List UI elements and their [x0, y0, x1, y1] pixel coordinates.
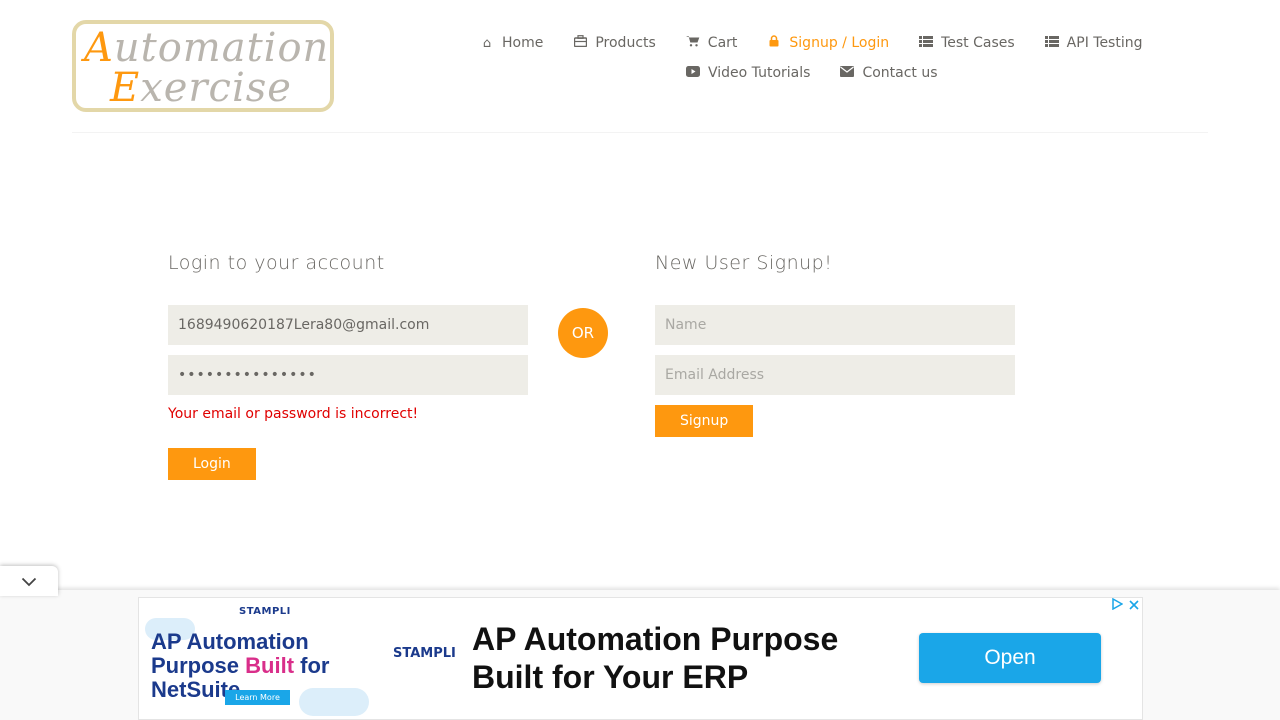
nav-signup-login[interactable]: Signup / Login — [767, 35, 889, 51]
envelope-icon — [840, 65, 855, 81]
logo-line-1: Automation — [84, 26, 329, 70]
ad-brand-logo: STAMPLI — [393, 646, 456, 661]
ad-left-title-highlight: Built — [245, 653, 295, 678]
home-icon: ⌂ — [482, 35, 492, 51]
login-password-input[interactable] — [168, 355, 528, 395]
ad-headline: AP Automation Purpose Built for Your ERP — [472, 621, 839, 695]
ad-collapse-button[interactable] — [0, 566, 58, 596]
nav-home[interactable]: ⌂ Home — [480, 35, 543, 51]
ad-open-button[interactable]: Open — [919, 633, 1101, 683]
signup-button[interactable]: Signup — [655, 405, 754, 437]
nav-api-testing[interactable]: API Testing — [1044, 35, 1143, 51]
lock-icon — [767, 35, 781, 51]
login-error-message: Your email or password is incorrect! — [168, 406, 419, 422]
nav-home-label: Home — [502, 35, 544, 51]
ad-choices — [1111, 598, 1139, 614]
nav-products-label: Products — [595, 35, 656, 51]
login-title: Login to your account — [168, 252, 385, 274]
nav-video-tutorials[interactable]: Video Tutorials — [686, 65, 810, 81]
or-divider: OR — [558, 308, 608, 358]
ad-left-title-line-1: AP Automation — [151, 629, 309, 654]
nav-cart-label: Cart — [707, 35, 738, 51]
nav-api-testing-label: API Testing — [1066, 35, 1143, 51]
adchoices-icon[interactable] — [1111, 598, 1124, 614]
site-logo[interactable]: Automation Exercise — [72, 20, 334, 112]
cart-icon — [685, 35, 700, 51]
nav-contact-us[interactable]: Contact us — [840, 65, 938, 81]
chevron-down-icon — [21, 572, 37, 591]
ad-brand-small: STAMPLI — [239, 606, 291, 617]
main-nav: ⌂ Home Products Cart Signup / Login Test… — [480, 28, 1180, 88]
nav-signup-login-label: Signup / Login — [789, 35, 890, 51]
logo-line-2: Exercise — [110, 66, 292, 110]
nav-video-tutorials-label: Video Tutorials — [708, 65, 811, 81]
login-email-input[interactable] — [168, 305, 528, 345]
nav-cart[interactable]: Cart — [685, 35, 738, 51]
nav-row-1: ⌂ Home Products Cart Signup / Login Test… — [480, 28, 1180, 58]
site-header: Automation Exercise ⌂ Home Products Cart — [72, 0, 1208, 133]
logo-text-2: xercise — [140, 65, 292, 111]
nav-products[interactable]: Products — [573, 35, 656, 51]
nav-row-2: Video Tutorials Contact us — [480, 58, 1180, 88]
ad-close-icon[interactable] — [1129, 599, 1139, 614]
ad-banner[interactable]: STAMPLI AP Automation Purpose Built for … — [138, 597, 1143, 720]
youtube-play-icon — [686, 65, 700, 81]
nav-test-cases[interactable]: Test Cases — [919, 35, 1015, 51]
ad-left-title-part: Purpose — [151, 653, 246, 678]
signup-email-input[interactable] — [655, 355, 1015, 395]
ad-learn-more-button[interactable]: Learn More — [225, 690, 290, 705]
list-icon — [1044, 35, 1059, 51]
nav-test-cases-label: Test Cases — [941, 35, 1015, 51]
signup-title: New User Signup! — [655, 252, 833, 274]
login-button[interactable]: Login — [168, 448, 256, 480]
list-icon — [919, 35, 934, 51]
nav-contact-us-label: Contact us — [862, 65, 938, 81]
logo-cap-e: E — [110, 65, 141, 111]
signup-name-input[interactable] — [655, 305, 1015, 345]
briefcase-icon — [573, 35, 588, 51]
